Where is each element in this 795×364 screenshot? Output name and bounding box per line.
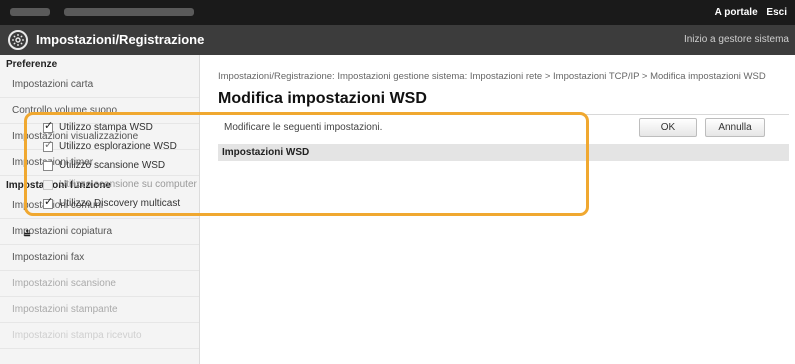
sidebar-section-preferenze: Preferenze (6, 59, 58, 70)
checkmark-icon: ✓ (44, 120, 54, 132)
computer-scan-label: Utilizzo scansione su computer (59, 179, 197, 190)
option-wsd-print: ✓ Utilizzo stampa WSD (27, 119, 586, 138)
portal-link[interactable]: A portale (715, 7, 758, 18)
page-header: Impostazioni/Registrazione Inizio a gest… (0, 25, 795, 55)
breadcrumb: Impostazioni/Registrazione: Impostazioni… (218, 71, 766, 82)
ok-button[interactable]: OK (639, 118, 697, 137)
option-wsd-browsing: ✓ Utilizzo esplorazione WSD (27, 138, 586, 157)
sidebar-item-stampante[interactable]: Impostazioni stampante (0, 297, 199, 323)
scroll-top-icon[interactable]: ⩮ (24, 228, 30, 241)
wsd-browsing-label: Utilizzo esplorazione WSD (59, 141, 177, 152)
multicast-discovery-checkbox[interactable]: ✓ (43, 196, 54, 209)
cancel-button[interactable]: Annulla (705, 118, 765, 137)
wsd-browsing-checkbox[interactable]: ✓ (43, 139, 54, 152)
sidebar-item-scansione[interactable]: Impostazioni scansione (0, 271, 199, 297)
wsd-scan-checkbox[interactable] (43, 161, 53, 171)
checkmark-icon: ✓ (44, 139, 54, 151)
sidebar-item-stampa-ricevuto[interactable]: Impostazioni stampa ricevuto (0, 323, 199, 349)
multicast-discovery-label: Utilizzo Discovery multicast (59, 198, 181, 209)
header-title: Impostazioni/Registrazione (36, 32, 205, 47)
system-manager-home-link[interactable]: Inizio a gestore sistema (684, 34, 789, 45)
logout-link[interactable]: Esci (766, 7, 787, 18)
option-multicast-discovery: ✓ Utilizzo Discovery multicast (27, 195, 586, 214)
device-model-blurred (64, 8, 194, 16)
option-computer-scan: Utilizzo scansione su computer (27, 176, 586, 195)
sidebar-item-impostazioni-carta[interactable]: Impostazioni carta (0, 72, 199, 98)
page-title: Modifica impostazioni WSD (218, 90, 427, 107)
gear-icon (8, 30, 28, 50)
computer-scan-checkbox (43, 180, 53, 190)
checkmark-icon: ✓ (44, 196, 54, 208)
top-links: A portale Esci (709, 7, 787, 18)
top-bar: A portale Esci (0, 0, 795, 25)
wsd-print-checkbox[interactable]: ✓ (43, 120, 54, 133)
wsd-scan-label: Utilizzo scansione WSD (59, 160, 166, 171)
option-wsd-scan: Utilizzo scansione WSD (27, 157, 586, 176)
wsd-print-label: Utilizzo stampa WSD (59, 122, 153, 133)
device-name-blurred (10, 8, 50, 16)
wsd-options-highlight: ✓ Utilizzo stampa WSD ✓ Utilizzo esplora… (24, 112, 589, 216)
sidebar-item-fax[interactable]: Impostazioni fax (0, 245, 199, 271)
